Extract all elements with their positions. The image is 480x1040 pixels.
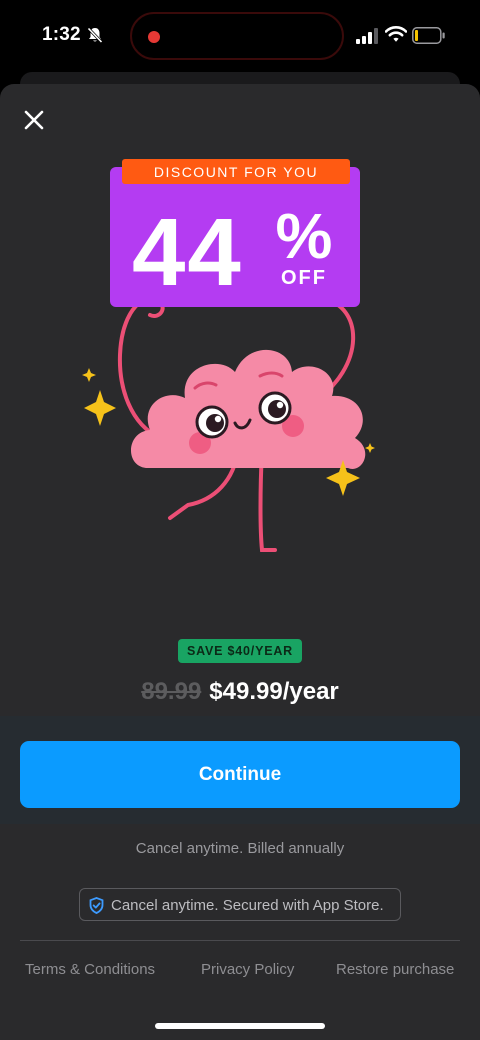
recording-indicator [148, 31, 160, 43]
home-indicator[interactable] [155, 1023, 325, 1029]
old-price: 89.99 [141, 678, 202, 705]
save-badge: SAVE $40/YEAR [178, 639, 302, 663]
shield-check-icon [89, 897, 104, 914]
discount-percent: 44 [132, 199, 243, 306]
discount-label: DISCOUNT FOR YOU [154, 164, 318, 180]
sparkle-icon [365, 443, 375, 453]
signal-icon [356, 28, 378, 44]
brain-mascot [130, 349, 366, 469]
new-price: $49.99/year [209, 678, 339, 705]
continue-button[interactable]: Continue [20, 741, 460, 808]
restore-purchase-link[interactable]: Restore purchase [336, 961, 454, 978]
status-time: 1:32 [42, 24, 81, 45]
secure-notice-text: Cancel anytime. Secured with App Store. [111, 897, 384, 914]
discount-illustration: DISCOUNT FOR YOU 44 % OFF [82, 159, 375, 552]
terms-link[interactable]: Terms & Conditions [25, 961, 155, 978]
battery-icon [412, 27, 445, 44]
billing-note: Cancel anytime. Billed annually [135, 840, 345, 857]
footer-divider [20, 940, 460, 941]
sparkle-icon [84, 390, 116, 426]
secure-notice: Cancel anytime. Secured with App Store. [79, 888, 401, 921]
wifi-icon [385, 26, 407, 42]
price-line: 89.99 $49.99/year [0, 678, 480, 706]
discount-percent-sign: % [276, 200, 333, 272]
status-bar: 1:32 [0, 0, 480, 74]
close-button[interactable] [18, 104, 50, 136]
privacy-link[interactable]: Privacy Policy [201, 961, 294, 978]
discount-off-label: OFF [281, 267, 327, 289]
bell-off-icon [87, 27, 103, 44]
dynamic-island [130, 12, 344, 60]
sparkle-icon [82, 368, 96, 382]
